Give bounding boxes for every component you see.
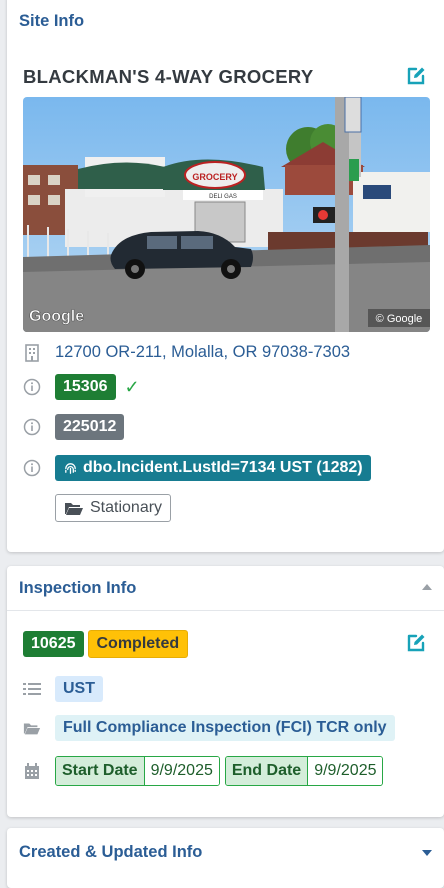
- facility-type-label: Stationary: [90, 499, 163, 516]
- edit-site-icon[interactable]: [405, 65, 427, 87]
- site-info-card: Site Info BLACKMAN'S 4-WAY GROCERY GROCE…: [7, 0, 444, 552]
- facility-type-button[interactable]: Stationary: [55, 494, 172, 522]
- lust-link-row: dbo.Incident.LustId=7134 UST (1282): [23, 455, 371, 481]
- photo-copyright: © Google: [376, 313, 423, 325]
- inspection-status-row: 10625 Completed: [23, 630, 189, 658]
- info-icon: [23, 459, 41, 477]
- folder-open-icon: [65, 502, 83, 515]
- inspection-status-badge: Completed: [87, 630, 189, 658]
- store-sign-text: GROCERY: [192, 172, 237, 182]
- lust-link-label: dbo.Incident.LustId=7134 UST (1282): [83, 459, 363, 476]
- verified-check-icon: ✓: [124, 376, 140, 397]
- site-street-view-photo: GROCERY DELI GAS Google © Google: [23, 97, 430, 332]
- facility-type-row: Stationary: [55, 494, 172, 522]
- inspection-info-card: Inspection Info 10625 Completed UST Full…: [7, 566, 444, 817]
- expand-caret-icon[interactable]: [422, 850, 432, 856]
- end-date-label: End Date: [225, 757, 309, 785]
- info-icon: [23, 418, 41, 436]
- secondary-id-row: 225012: [23, 414, 125, 440]
- address-row: 12700 OR-211, Molalla, OR 97038-7303: [23, 343, 350, 362]
- list-icon: [23, 680, 41, 698]
- start-date-group: Start Date 9/9/2025: [55, 756, 220, 786]
- folder-icon: [23, 719, 41, 737]
- dates-row: Start Date 9/9/2025 End Date 9/9/2025: [23, 756, 388, 786]
- inspection-header-divider: [7, 610, 444, 611]
- store-subsign-text: DELI GAS: [209, 194, 237, 200]
- building-icon: [23, 343, 41, 362]
- site-address-link[interactable]: 12700 OR-211, Molalla, OR 97038-7303: [55, 343, 350, 362]
- site-id-badge[interactable]: 15306: [55, 374, 116, 400]
- edit-inspection-icon[interactable]: [405, 632, 427, 654]
- calendar-icon: [23, 762, 41, 780]
- created-updated-card[interactable]: Created & Updated Info: [7, 828, 444, 888]
- secondary-id-badge[interactable]: 225012: [55, 414, 125, 440]
- start-date-value: 9/9/2025: [144, 757, 219, 785]
- end-date-value: 9/9/2025: [308, 757, 383, 785]
- site-name: BLACKMAN'S 4-WAY GROCERY: [23, 66, 314, 87]
- collapse-caret-icon[interactable]: [422, 584, 432, 590]
- site-id-row: 15306 ✓: [23, 374, 140, 400]
- inspection-info-title: Inspection Info: [19, 579, 137, 597]
- inspection-type-row: Full Compliance Inspection (FCI) TCR onl…: [23, 715, 395, 741]
- created-updated-title[interactable]: Created & Updated Info: [19, 843, 202, 862]
- inspection-type-badge: Full Compliance Inspection (FCI) TCR onl…: [55, 715, 395, 741]
- info-icon: [23, 378, 41, 396]
- start-date-label: Start Date: [56, 757, 145, 785]
- program-row: UST: [23, 676, 103, 702]
- inspection-id-badge[interactable]: 10625: [23, 631, 84, 657]
- google-attribution: Google: [29, 308, 84, 325]
- program-badge: UST: [55, 676, 103, 702]
- fingerprint-icon: [65, 462, 76, 474]
- site-info-title: Site Info: [19, 12, 85, 30]
- end-date-group: End Date 9/9/2025: [224, 756, 384, 786]
- lust-link-badge[interactable]: dbo.Incident.LustId=7134 UST (1282): [55, 455, 371, 481]
